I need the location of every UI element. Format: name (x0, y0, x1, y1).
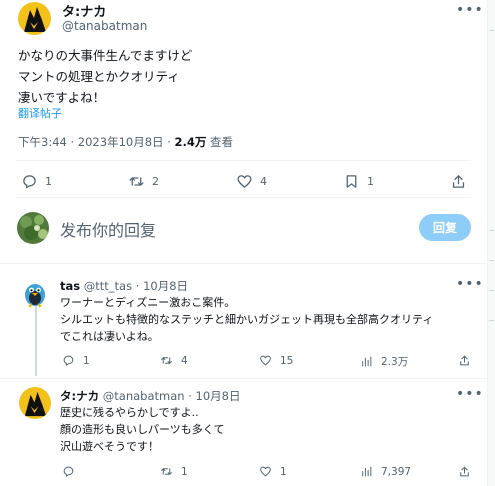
views-count: 2.3万 (381, 356, 409, 368)
scrollbar[interactable] (488, 0, 495, 486)
repost-count: 2 (152, 175, 159, 188)
share-upload-icon (452, 175, 465, 188)
post-meta: 下午3:44 · 2023年10月8日 · 2.4万 查看 (18, 135, 234, 149)
bookmark-action[interactable]: 1 (343, 173, 374, 190)
repost-count: 4 (181, 354, 188, 367)
reply-date[interactable]: 10月8日 (143, 279, 188, 293)
heart-icon (260, 355, 271, 366)
bar-chart-icon (362, 356, 372, 367)
divider (0, 263, 487, 264)
author-handle[interactable]: @tanabatman (62, 19, 147, 33)
like-count: 15 (280, 354, 294, 367)
divider (16, 160, 471, 161)
reply-header: tas @ttt_tas · 10月8日 (60, 279, 189, 293)
reply-count: 1 (83, 354, 90, 367)
my-avatar[interactable] (17, 212, 49, 244)
views-count: 2.4万 (174, 135, 207, 149)
repost-arrows-icon (129, 177, 144, 186)
repost-action[interactable]: 4 (160, 354, 188, 367)
reply-count: 1 (45, 175, 52, 188)
repost-action[interactable]: 1 (160, 465, 188, 478)
repost-action[interactable]: 2 (128, 173, 159, 190)
reply-text-line: ワーナーとディズニー激おこ案件。 (60, 296, 236, 309)
heart-icon (260, 466, 271, 477)
divider (0, 378, 487, 379)
post-date[interactable]: 2023年10月8日 (78, 135, 164, 149)
reply-text: ワーナーとディズニー激おこ案件。 シルエットも特徴的なステッチと細かいガジェット… (60, 294, 433, 345)
share-action[interactable] (458, 465, 471, 478)
repost-arrows-icon (161, 468, 172, 475)
views-action[interactable]: 7,397 (360, 465, 411, 478)
like-count: 1 (280, 465, 287, 478)
post-text: かなりの大事件生んでますけど マントの処理とかクオリティ 凄いですよね！ (18, 45, 192, 108)
author-name[interactable]: タ:ナカ (62, 5, 106, 20)
share-action[interactable] (458, 354, 471, 367)
like-action[interactable]: 15 (259, 354, 293, 367)
bar-chart-icon (362, 466, 372, 477)
reply-action[interactable]: 1 (21, 173, 52, 190)
reply-text-line: シルエットも特徴的なステッチと細かいガジェット再現も全部高クオリティ (60, 313, 434, 326)
bookmark-icon (346, 175, 357, 188)
speech-bubble-icon (63, 466, 74, 477)
repost-arrows-icon (161, 357, 172, 364)
more-options-icon[interactable]: ••• (456, 386, 484, 402)
reply-author-name[interactable]: タ:ナカ (60, 389, 99, 403)
reply-text-line: でこれは凄いよね。 (60, 330, 159, 343)
views-action[interactable]: 2.3万 (360, 354, 408, 369)
views-label: 查看 (210, 135, 234, 149)
divider (16, 197, 471, 198)
author-avatar[interactable] (18, 2, 51, 35)
post-text-line: かなりの大事件生んでますけど (18, 48, 193, 63)
post-time[interactable]: 下午3:44 (18, 135, 67, 149)
tweet-detail-panel: タ:ナカ @tanabatman ••• かなりの大事件生んでますけど マントの… (0, 0, 488, 486)
more-options-icon[interactable]: ••• (456, 276, 484, 292)
reply-text: 歴史に残るやらかしですよ.. 顔の造形も良いしパーツも多くて 沢山遊べそうです！ (60, 404, 224, 455)
reply-button[interactable]: 回复 (419, 214, 471, 241)
repost-count: 1 (181, 465, 188, 478)
reply-date[interactable]: 10月8日 (196, 389, 241, 403)
reply-text-line: 沢山遊べそうです！ (60, 440, 159, 453)
reply-author-avatar[interactable] (19, 387, 51, 419)
like-action[interactable]: 4 (236, 173, 267, 190)
reply-action[interactable]: 1 (62, 354, 90, 367)
translate-post-link[interactable]: 翻译帖子 (18, 105, 62, 121)
heart-icon (237, 175, 252, 188)
reply-input[interactable]: 发布你的回复 (60, 217, 156, 241)
reply-action[interactable] (62, 465, 83, 478)
reply-header: タ:ナカ @tanabatman · 10月8日 (60, 389, 241, 403)
more-options-icon[interactable]: ••• (456, 2, 484, 18)
reply-text-line: 顔の造形も良いしパーツも多くて (60, 423, 225, 436)
share-upload-icon (460, 466, 469, 477)
share-action[interactable] (450, 173, 467, 190)
post-text-line: マントの処理とかクオリティ (18, 69, 180, 84)
speech-bubble-icon (63, 355, 74, 366)
reply-author-handle[interactable]: @tanabatman (103, 389, 185, 403)
reply-author-avatar[interactable] (19, 276, 51, 308)
thread-line (35, 306, 37, 376)
views-count: 7,397 (381, 465, 412, 478)
share-upload-icon (460, 355, 469, 366)
reply-author-name[interactable]: tas (60, 279, 80, 293)
speech-bubble-icon (23, 175, 36, 189)
reply-author-handle[interactable]: @ttt_tas (84, 279, 132, 293)
reply-text-line: 歴史に残るやらかしですよ.. (60, 406, 199, 419)
like-action[interactable]: 1 (259, 465, 287, 478)
like-count: 4 (260, 175, 267, 188)
bookmark-count: 1 (367, 175, 374, 188)
